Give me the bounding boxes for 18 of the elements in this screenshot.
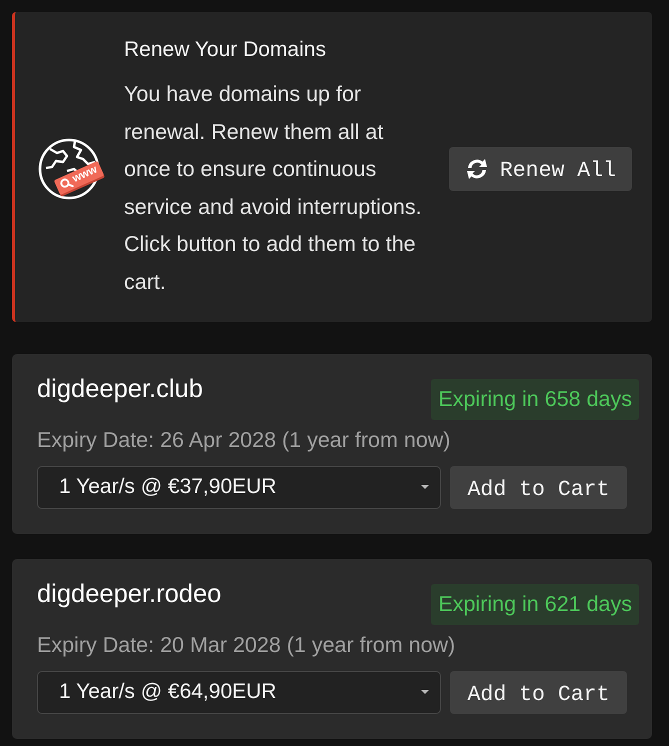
caret-icon <box>421 690 429 694</box>
domain-name: digdeeper.club <box>37 374 203 404</box>
tag-label: www <box>70 163 100 186</box>
term-select[interactable]: 1 Year/s @ €37,90EUR <box>37 466 441 509</box>
add-to-cart-button[interactable]: Add to Cart <box>450 466 627 509</box>
caret-icon <box>421 485 429 490</box>
expiry-status: Expiring in 621 days <box>431 584 639 625</box>
promo-description: You have domains up for renewal. Renew them all at once to ensure continuous service and avoid interruptions. Click button to add them to the cart. <box>124 81 423 296</box>
domain-name: digdeeper.rodeo <box>37 578 222 609</box>
add-to-cart-button[interactable]: Add to Cart <box>450 670 627 714</box>
expiry-date: Expiry Date: 20 Mar 2028 (1 year from now) <box>37 632 456 658</box>
promo-title: Renew Your Domains <box>124 37 327 63</box>
expiry-date: Expiry Date: 26 Apr 2028 (1 year from now) <box>37 426 452 453</box>
globe-icon <box>37 136 101 201</box>
refresh-icon <box>464 156 489 181</box>
renew-all-button[interactable]: Renew All <box>448 146 632 191</box>
expiry-status: Expiring in 658 days <box>431 378 639 420</box>
term-select[interactable]: 1 Year/s @ €64,90EUR <box>37 670 441 714</box>
